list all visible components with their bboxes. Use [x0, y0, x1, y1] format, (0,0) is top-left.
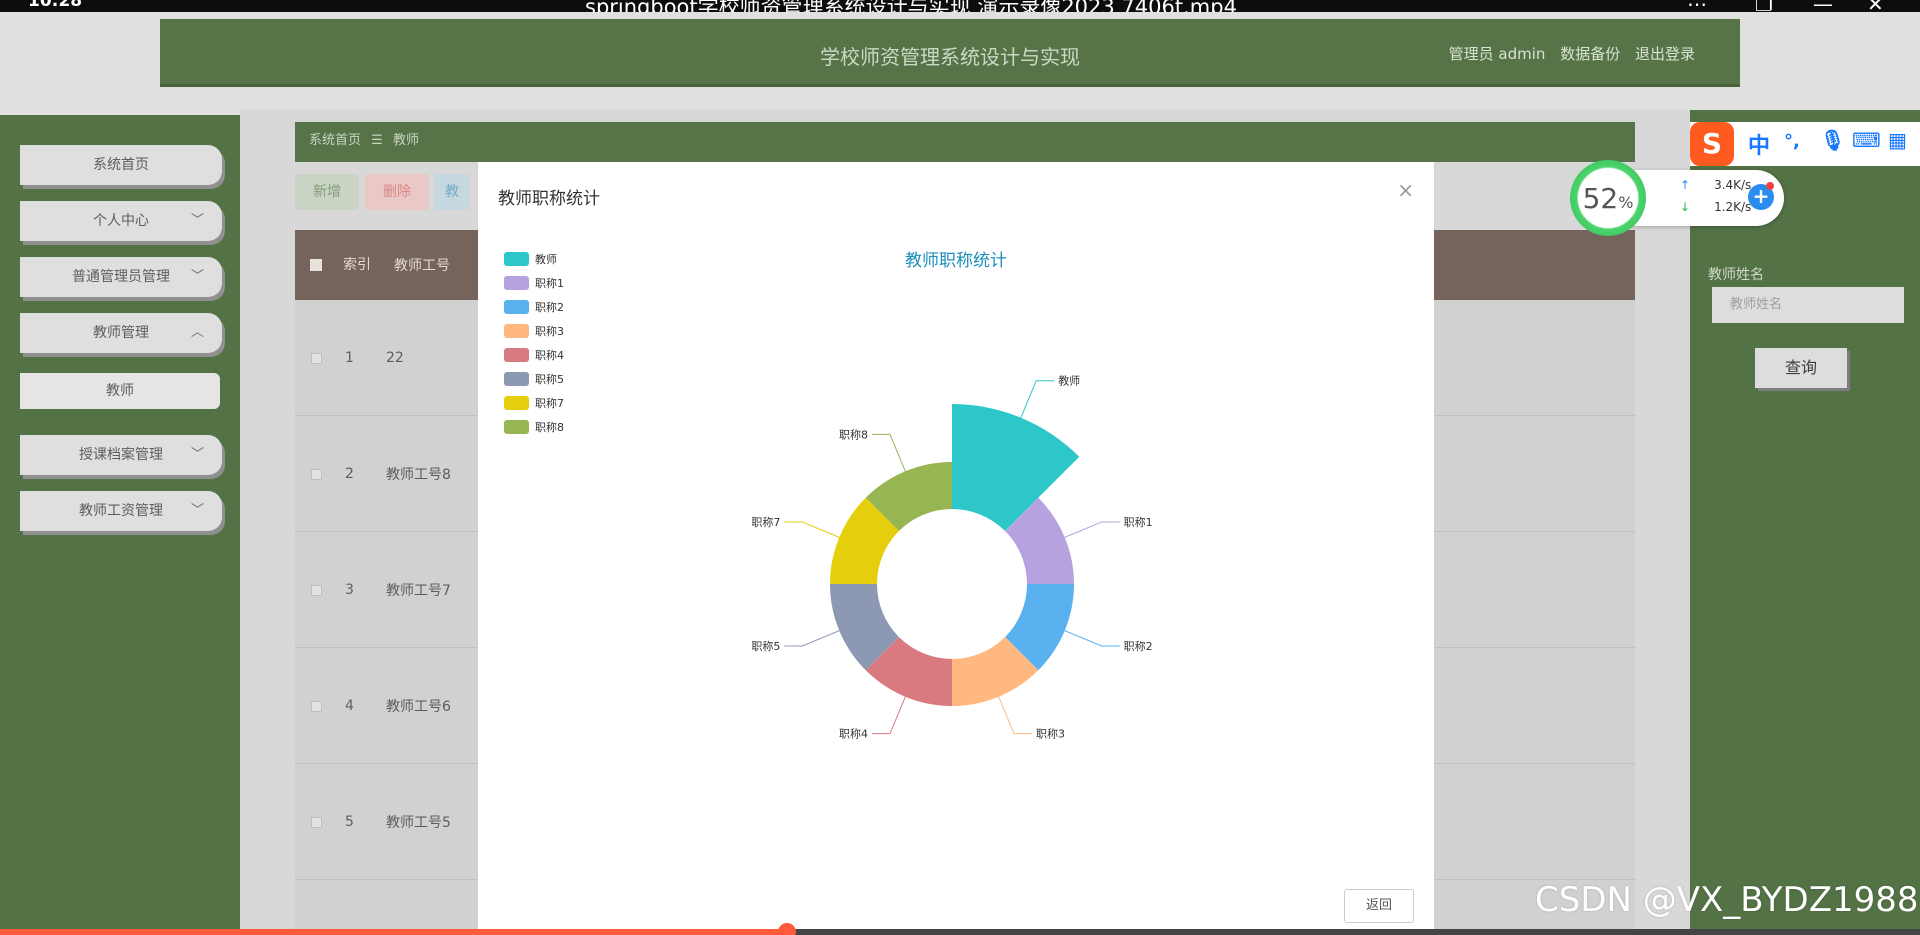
legend-item[interactable]: 教师	[504, 247, 564, 271]
label-leader-line	[784, 627, 846, 647]
keyboard-icon[interactable]: ⌨	[1852, 128, 1881, 152]
punctuation-icon[interactable]: °,	[1784, 131, 1800, 152]
video-title-bar: 10:28 springboot学校师资管理系统设计与实现 演示录像2023 7…	[0, 0, 1920, 12]
legend-item[interactable]: 职称2	[504, 295, 564, 319]
legend-label: 职称7	[535, 397, 564, 410]
window-icon[interactable]: ❐	[1755, 0, 1773, 12]
slice-label: 教师	[1058, 375, 1080, 388]
legend-item[interactable]: 职称5	[504, 367, 564, 391]
label-leader-line	[872, 690, 909, 735]
rose-pie-chart: 教师职称1 职称2 职称3 职称4 职称5 职称7 职称8	[751, 375, 1153, 741]
legend-label: 教师	[535, 253, 557, 266]
legend-item[interactable]: 职称8	[504, 415, 564, 439]
legend-item[interactable]: 职称3	[504, 319, 564, 343]
more-icon[interactable]: ⋯	[1687, 0, 1707, 12]
label-leader-line	[995, 690, 1032, 735]
legend-label: 职称3	[535, 325, 564, 338]
apps-grid-icon[interactable]: ▦	[1888, 128, 1907, 152]
video-progress-bar[interactable]	[0, 923, 1920, 935]
legend-swatch	[504, 252, 529, 266]
slice-label: 职称5	[751, 639, 780, 653]
legend-label: 职称5	[535, 373, 564, 386]
video-title: springboot学校师资管理系统设计与实现 演示录像2023 7406t.m…	[585, 0, 1237, 12]
video-time: 10:28	[28, 0, 83, 11]
legend-swatch	[504, 324, 529, 338]
notification-dot	[1766, 182, 1774, 190]
pie-slice[interactable]	[952, 404, 1080, 531]
statistics-modal: 教师职称统计 × 教师 职称1 职称2 职称3 职称4 职称5 职称7 职称8 教师职称统计 …	[478, 162, 1434, 935]
legend-swatch	[504, 276, 529, 290]
legend-swatch	[504, 300, 529, 314]
minimize-icon[interactable]: —	[1813, 0, 1833, 12]
legend-item[interactable]: 职称1	[504, 271, 564, 295]
watermark: CSDN @VX_BYDZ1988	[1535, 880, 1919, 920]
legend-label: 职称2	[535, 301, 564, 314]
label-leader-line	[1018, 380, 1055, 424]
slice-label: 职称8	[839, 427, 868, 441]
legend-label: 职称1	[535, 277, 564, 290]
label-leader-line	[872, 433, 909, 478]
label-leader-line	[1058, 521, 1120, 541]
network-monitor-widget[interactable]: ↑ 3.4K/s ↓ 1.2K/s 52% +	[1570, 160, 1784, 236]
slice-label: 职称2	[1124, 639, 1153, 653]
legend-swatch	[504, 396, 529, 410]
chinese-mode-icon[interactable]: 中	[1748, 128, 1770, 160]
slice-label: 职称1	[1124, 515, 1153, 529]
label-leader-line	[784, 521, 846, 541]
progress-fill	[0, 929, 788, 935]
chart-title: 教师职称统计	[905, 251, 1007, 271]
slice-label: 职称4	[839, 727, 868, 741]
legend-item[interactable]: 职称7	[504, 391, 564, 415]
legend-label: 职称8	[535, 421, 564, 434]
slice-label: 职称7	[751, 515, 780, 529]
legend-swatch	[504, 348, 529, 362]
legend-swatch	[504, 420, 529, 434]
label-leader-line	[1058, 627, 1120, 647]
return-button[interactable]: 返回	[1344, 889, 1414, 923]
chart-legend: 教师职称1 职称2 职称3 职称4 职称5 职称7 职称8	[504, 247, 564, 439]
memory-percent: 52%	[1582, 182, 1634, 215]
progress-handle[interactable]	[778, 923, 797, 935]
close-window-icon[interactable]: ✕	[1867, 0, 1884, 12]
legend-label: 职称4	[535, 349, 564, 362]
slice-label: 职称3	[1036, 727, 1065, 741]
microphone-icon[interactable]: 🎙	[1820, 128, 1845, 152]
legend-item[interactable]: 职称4	[504, 343, 564, 367]
legend-swatch	[504, 372, 529, 386]
